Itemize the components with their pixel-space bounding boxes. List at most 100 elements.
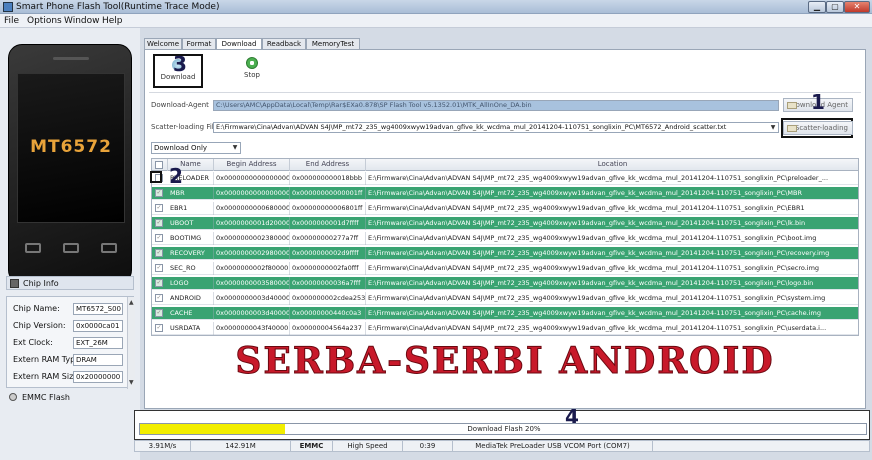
tab-format[interactable]: Format bbox=[182, 38, 216, 49]
chip-info-title: Chip Info bbox=[23, 279, 59, 288]
cell-begin: 0x0000000002f80000 bbox=[214, 262, 290, 275]
chip-icon bbox=[10, 279, 19, 288]
table-row[interactable]: ✓ RECOVERY 0x0000000002980000 0x0000000002d… bbox=[152, 247, 858, 260]
cell-location[interactable]: E:\Firmware\Cina\Advan\ADVAN S4J\MP_mt72… bbox=[366, 277, 858, 290]
transfer-speed: 3.91M/s bbox=[135, 441, 191, 451]
annotation-marker-3: 3 bbox=[173, 52, 187, 76]
cell-begin: 0x0000000000680000 bbox=[214, 202, 290, 215]
col-location: Location bbox=[366, 159, 858, 171]
close-button[interactable]: ✕ bbox=[844, 1, 870, 13]
table-row[interactable]: ✓ USRDATA 0x0000000043f40000 0x00000004564a… bbox=[152, 322, 858, 335]
cell-location[interactable]: E:\Firmware\Cina\Advan\ADVAN S4J\MP_mt72… bbox=[366, 292, 858, 305]
tab-welcome[interactable]: Welcome bbox=[144, 38, 182, 49]
stop-icon bbox=[246, 57, 258, 69]
cell-location[interactable]: E:\Firmware\Cina\Advan\ADVAN S4J\MP_mt72… bbox=[366, 187, 858, 200]
cell-end: 0x00000000440c0a3 bbox=[290, 307, 366, 320]
row-checkbox[interactable]: ✓ bbox=[155, 219, 163, 227]
cell-begin: 0x0000000043f40000 bbox=[214, 322, 290, 335]
cell-location[interactable]: E:\Firmware\Cina\Advan\ADVAN S4J\MP_mt72… bbox=[366, 232, 858, 245]
cell-name: UBOOT bbox=[168, 217, 214, 230]
cell-location[interactable]: E:\Firmware\Cina\Advan\ADVAN S4J\MP_mt72… bbox=[366, 262, 858, 275]
stop-button[interactable]: Stop bbox=[227, 54, 277, 88]
window-title: Smart Phone Flash Tool(Runtime Trace Mod… bbox=[16, 2, 220, 12]
table-row[interactable]: ✓ LOGO 0x0000000003580000 0x00000000036a7ff… bbox=[152, 277, 858, 290]
table-row[interactable]: ✓ CACHE 0x0000000003d40000 0x00000000440c0a… bbox=[152, 307, 858, 320]
cell-end: 0x000000002cdea253 bbox=[290, 292, 366, 305]
menu-help[interactable]: Help bbox=[102, 15, 123, 27]
menu-key-icon bbox=[25, 243, 41, 253]
row-checkbox[interactable]: ✓ bbox=[155, 264, 163, 272]
cell-end: 0x00000000006801ff bbox=[290, 202, 366, 215]
cell-location[interactable]: E:\Firmware\Cina\Advan\ADVAN S4J\MP_mt72… bbox=[366, 247, 858, 260]
chip-version-label: Chip Version: bbox=[13, 321, 66, 330]
menu-file[interactable]: File bbox=[4, 15, 19, 27]
cell-location[interactable]: E:\Firmware\Cina\Advan\ADVAN S4J\MP_mt72… bbox=[366, 307, 858, 320]
maximize-button[interactable]: ▢ bbox=[826, 1, 844, 13]
chip-version-value: 0x0000ca01 bbox=[73, 320, 123, 332]
select-all-checkbox[interactable] bbox=[155, 161, 163, 169]
cell-end: 0x00000000036a7fff bbox=[290, 277, 366, 290]
cell-name: SEC_RO bbox=[168, 262, 214, 275]
tab-memorytest[interactable]: MemoryTest bbox=[306, 38, 360, 49]
app-icon bbox=[3, 2, 13, 12]
row-checkbox[interactable]: ✓ bbox=[155, 324, 163, 332]
menu-window[interactable]: Window bbox=[64, 15, 100, 27]
ram-size-value: 0x20000000 bbox=[73, 371, 123, 383]
table-row[interactable]: ✓ ANDROID 0x0000000003d40000 0x000000002cde… bbox=[152, 292, 858, 305]
row-checkbox[interactable]: ✓ bbox=[155, 234, 163, 242]
cell-name: MBR bbox=[168, 187, 214, 200]
chevron-down-icon: ▼ bbox=[232, 144, 238, 151]
table-row[interactable]: ✓ MBR 0x0000000000000000 0x00000000000001ff… bbox=[152, 187, 858, 200]
download-mode-select[interactable]: Download Only ▼ bbox=[151, 142, 241, 154]
scroll-up-icon[interactable]: ▲ bbox=[129, 299, 134, 306]
scatter-loading-button[interactable]: Scatter-loading bbox=[783, 121, 853, 135]
scatter-file-path[interactable]: E:\Firmware\Cina\Advan\ADVAN S4J\MP_mt72… bbox=[213, 122, 779, 133]
table-row[interactable]: ✓ UBOOT 0x0000000001d20000 0x0000000001d7ff… bbox=[152, 217, 858, 230]
table-row[interactable]: ✓ EBR1 0x0000000000680000 0x00000000006801f… bbox=[152, 202, 858, 215]
cell-name: LOGO bbox=[168, 277, 214, 290]
row-checkbox[interactable]: ✓ bbox=[155, 309, 163, 317]
row-checkbox[interactable]: ✓ bbox=[155, 189, 163, 197]
cell-end: 0x00000000000001ff bbox=[290, 187, 366, 200]
cell-end: 0x0000000002fa0fff bbox=[290, 262, 366, 275]
cell-name: ANDROID bbox=[168, 292, 214, 305]
chip-name-value: MT6572_S00 bbox=[73, 303, 123, 315]
cell-begin: 0x0000000001d20000 bbox=[214, 217, 290, 230]
chip-info-scrollbar[interactable]: ▲ ▼ bbox=[127, 297, 135, 389]
folder-icon bbox=[787, 125, 797, 132]
download-mode-value: Download Only bbox=[154, 144, 208, 152]
storage-icon bbox=[9, 393, 17, 401]
cell-name: EBR1 bbox=[168, 202, 214, 215]
cell-begin: 0x0000000003580000 bbox=[214, 277, 290, 290]
transfer-size: 142.91M bbox=[191, 441, 291, 451]
cell-name: BOOTIMG bbox=[168, 232, 214, 245]
table-header: Name Begin Address End Address Location bbox=[152, 159, 858, 171]
cell-location[interactable]: E:\Firmware\Cina\Advan\ADVAN S4J\MP_mt72… bbox=[366, 202, 858, 215]
storage-type: EMMC Flash bbox=[6, 390, 134, 404]
select-all-header[interactable] bbox=[152, 159, 168, 171]
cell-end: 0x00000000277a7ff bbox=[290, 232, 366, 245]
annotation-marker-1: 1 bbox=[811, 90, 825, 114]
cell-end: 0x0000000001d7ffff bbox=[290, 217, 366, 230]
cell-location[interactable]: E:\Firmware\Cina\Advan\ADVAN S4J\MP_mt72… bbox=[366, 217, 858, 230]
row-checkbox[interactable]: ✓ bbox=[155, 294, 163, 302]
menu-options[interactable]: Options bbox=[27, 15, 62, 27]
title-bar: Smart Phone Flash Tool(Runtime Trace Mod… bbox=[0, 0, 872, 14]
cell-end: 0x00000004564a237 bbox=[290, 322, 366, 335]
cell-location[interactable]: E:\Firmware\Cina\Advan\ADVAN S4J\MP_mt72… bbox=[366, 322, 858, 335]
usb-speed: High Speed bbox=[333, 441, 403, 451]
row-checkbox[interactable]: ✓ bbox=[155, 249, 163, 257]
watermark-text: SERBA-SERBI ANDROID bbox=[235, 340, 775, 383]
table-row[interactable]: ✓ SEC_RO 0x0000000002f80000 0x0000000002fa0… bbox=[152, 262, 858, 275]
scroll-down-icon[interactable]: ▼ bbox=[129, 379, 134, 386]
chip-info-header[interactable]: Chip Info bbox=[6, 276, 134, 290]
download-agent-path[interactable]: C:\Users\AMC\AppData\Local\Temp\Rar$EXa0… bbox=[213, 100, 779, 111]
tab-readback[interactable]: Readback bbox=[262, 38, 306, 49]
table-row[interactable]: PRELOADER 0x0000000000000000 0x00000000001… bbox=[152, 172, 858, 185]
row-checkbox[interactable]: ✓ bbox=[155, 279, 163, 287]
minimize-button[interactable]: ▁ bbox=[808, 1, 826, 13]
table-row[interactable]: ✓ BOOTIMG 0x0000000002380000 0x00000000277a… bbox=[152, 232, 858, 245]
cell-location[interactable]: E:\Firmware\Cina\Advan\ADVAN S4J\MP_mt72… bbox=[366, 172, 858, 185]
scatter-dropdown-icon[interactable]: ▼ bbox=[769, 124, 777, 131]
row-checkbox[interactable]: ✓ bbox=[155, 204, 163, 212]
